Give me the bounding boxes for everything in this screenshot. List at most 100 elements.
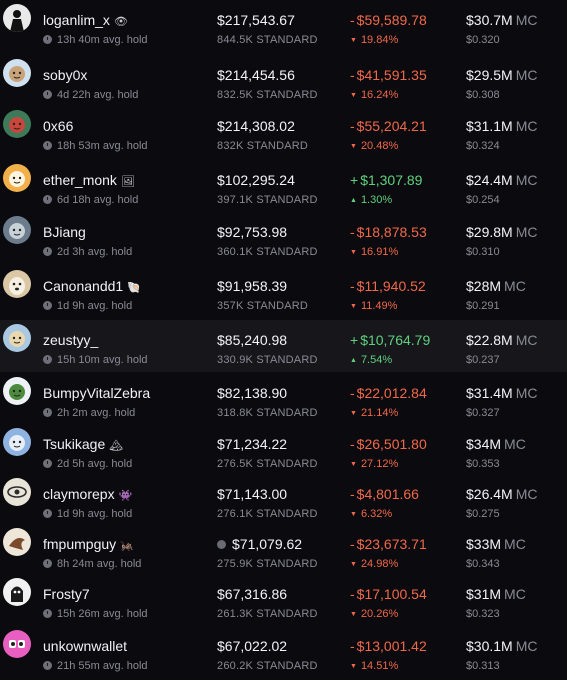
- market-cap: $30.1M MC: [466, 638, 538, 654]
- clock-icon: [43, 459, 52, 468]
- avatar[interactable]: [3, 428, 31, 456]
- trader-row[interactable]: 0x66 18h 53m avg. hold $214,308.02 832K …: [0, 106, 567, 158]
- entry-price: $0.254: [466, 194, 500, 206]
- clock-icon: [43, 609, 52, 618]
- position-value: $91,958.39: [217, 278, 288, 294]
- triangle-down-icon: ▼: [350, 37, 357, 44]
- trader-row[interactable]: BJiang 2d 3h avg. hold $92,753.98 360.1K…: [0, 212, 567, 264]
- position-value: $71,143.00: [217, 486, 288, 502]
- trader-name[interactable]: zeustyy_: [43, 332, 98, 348]
- trader-row[interactable]: claymorepx 👾 1d 9h avg. hold $71,143.00 2…: [0, 474, 567, 526]
- pnl-percent: ▲ 7.54%: [350, 354, 393, 366]
- pnl-sign: +: [350, 172, 359, 188]
- trader-name[interactable]: ether_monk 🖼: [43, 172, 135, 188]
- trader-name[interactable]: loganlim_x 👁: [43, 12, 128, 28]
- trader-row[interactable]: zeustyy_ 15h 10m avg. hold $85,240.98 33…: [0, 320, 567, 372]
- token-amount: 261.3K STANDARD: [217, 608, 318, 620]
- avatar[interactable]: [3, 478, 31, 506]
- mc-label: MC: [504, 278, 526, 294]
- trader-row[interactable]: Tsukikage 🏔 2d 5h avg. hold $71,234.22 27…: [0, 424, 567, 476]
- avg-hold-time: 1d 9h avg. hold: [43, 508, 132, 520]
- mc-label: MC: [504, 586, 526, 602]
- pnl-value: - $18,878.53: [350, 224, 427, 240]
- pnl-percent: ▼ 21.14%: [350, 407, 399, 419]
- position-value: $217,543.67: [217, 12, 295, 28]
- triangle-up-icon: ▲: [350, 357, 357, 364]
- name-emoji-icon: 🖼: [120, 176, 135, 188]
- trader-row[interactable]: Canonandd1 🐚 1d 9h avg. hold $91,958.39 3…: [0, 266, 567, 318]
- market-cap: $29.5M MC: [466, 67, 538, 83]
- avatar[interactable]: [3, 216, 31, 244]
- pnl-sign: -: [350, 385, 355, 401]
- trader-row[interactable]: ether_monk 🖼 6d 18h avg. hold $102,295.24…: [0, 160, 567, 212]
- pnl-value: - $55,204.21: [350, 118, 427, 134]
- clock-icon: [43, 559, 52, 568]
- pnl-percent: ▼ 16.91%: [350, 246, 399, 258]
- trader-row[interactable]: loganlim_x 👁 13h 40m avg. hold $217,543.6…: [0, 0, 567, 52]
- pnl-value: - $11,940.52: [350, 278, 426, 294]
- trader-name[interactable]: BumpyVitalZebra: [43, 385, 150, 401]
- trader-row[interactable]: unkownwallet 21h 55m avg. hold $67,022.0…: [0, 626, 567, 678]
- avatar[interactable]: [3, 324, 31, 352]
- clock-icon: [43, 195, 52, 204]
- pnl-sign: -: [350, 118, 355, 134]
- trader-name[interactable]: Canonandd1 🐚: [43, 278, 141, 294]
- clock-icon: [43, 141, 52, 150]
- avatar[interactable]: [3, 110, 31, 138]
- entry-price: $0.310: [466, 246, 500, 258]
- avatar[interactable]: [3, 578, 31, 606]
- coin-icon: [217, 540, 226, 549]
- pnl-percent: ▼ 19.84%: [350, 34, 399, 46]
- pnl-percent: ▼ 24.98%: [350, 558, 399, 570]
- pnl-sign: -: [350, 278, 355, 294]
- trader-name[interactable]: BJiang: [43, 224, 86, 240]
- avatar[interactable]: [3, 528, 31, 556]
- mc-label: MC: [515, 332, 538, 348]
- avatar[interactable]: [3, 630, 31, 658]
- avg-hold-time: 15h 10m avg. hold: [43, 354, 148, 366]
- trader-name[interactable]: Frosty7: [43, 586, 90, 602]
- avatar[interactable]: [3, 270, 31, 298]
- entry-price: $0.324: [466, 140, 500, 152]
- trader-name[interactable]: claymorepx 👾: [43, 486, 132, 502]
- trader-name[interactable]: soby0x: [43, 67, 87, 83]
- trader-row[interactable]: BumpyVitalZebra 2h 2m avg. hold $82,138.…: [0, 373, 567, 425]
- entry-price: $0.323: [466, 608, 500, 620]
- trader-list: loganlim_x 👁 13h 40m avg. hold $217,543.6…: [0, 0, 567, 680]
- trader-name[interactable]: fmpumpguy 🦗: [43, 536, 134, 552]
- entry-price: $0.308: [466, 89, 500, 101]
- trader-name[interactable]: Tsukikage 🏔: [43, 436, 123, 452]
- avatar[interactable]: [3, 59, 31, 87]
- avg-hold-time: 21h 55m avg. hold: [43, 660, 148, 672]
- token-amount: 832.5K STANDARD: [217, 89, 318, 101]
- mc-label: MC: [515, 118, 538, 134]
- trader-row[interactable]: soby0x 4d 22h avg. hold $214,454.56 832.…: [0, 55, 567, 107]
- entry-price: $0.275: [466, 508, 500, 520]
- trader-name[interactable]: unkownwallet: [43, 638, 127, 654]
- avatar[interactable]: [3, 164, 31, 192]
- token-amount: 260.2K STANDARD: [217, 660, 318, 672]
- triangle-down-icon: ▼: [350, 461, 357, 468]
- pnl-sign: -: [350, 638, 355, 654]
- market-cap: $33M MC: [466, 536, 526, 552]
- pnl-sign: -: [350, 67, 355, 83]
- pnl-percent: ▼ 6.32%: [350, 508, 393, 520]
- name-emoji-icon: 🐚: [127, 282, 141, 294]
- position-value: $214,454.56: [217, 67, 295, 83]
- position-value: $92,753.98: [217, 224, 288, 240]
- trader-row[interactable]: fmpumpguy 🦗 8h 24m avg. hold $71,079.62 2…: [0, 524, 567, 576]
- clock-icon: [43, 90, 52, 99]
- token-amount: 276.1K STANDARD: [217, 508, 318, 520]
- avatar[interactable]: [3, 4, 31, 32]
- avg-hold-time: 4d 22h avg. hold: [43, 89, 138, 101]
- avatar[interactable]: [3, 377, 31, 405]
- clock-icon: [43, 408, 52, 417]
- entry-price: $0.343: [466, 558, 500, 570]
- pnl-value: - $41,591.35: [350, 67, 427, 83]
- token-amount: 844.5K STANDARD: [217, 34, 318, 46]
- pnl-value: - $59,589.78: [350, 12, 427, 28]
- entry-price: $0.237: [466, 354, 500, 366]
- trader-name[interactable]: 0x66: [43, 118, 73, 134]
- market-cap: $34M MC: [466, 436, 526, 452]
- trader-row[interactable]: Frosty7 15h 26m avg. hold $67,316.86 261…: [0, 574, 567, 626]
